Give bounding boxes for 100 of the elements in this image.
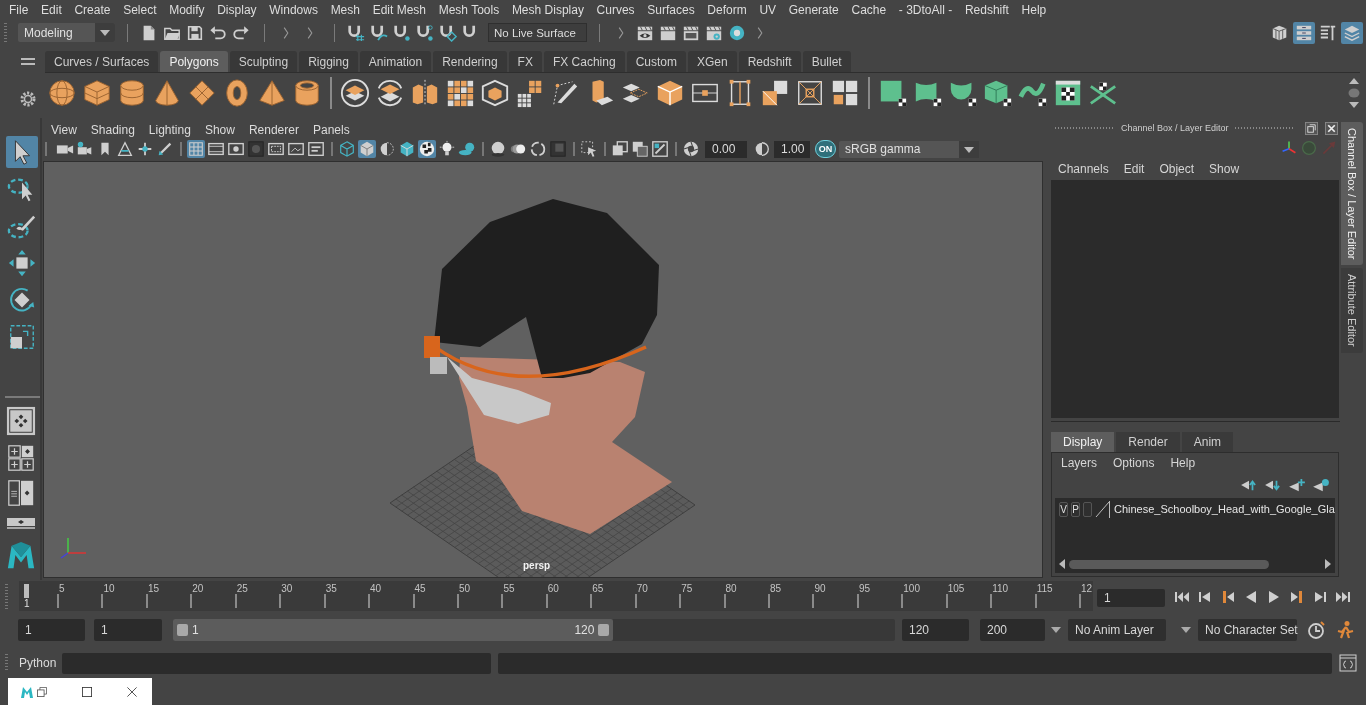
magnet-grid-icon[interactable] — [346, 23, 365, 42]
shelf-tab[interactable]: FX — [508, 51, 542, 72]
logo-icon[interactable] — [5, 540, 37, 570]
four-view-layout-icon[interactable] — [6, 445, 36, 471]
shelf-tab[interactable]: Sculpting — [229, 51, 298, 72]
menu-item[interactable]: Windows — [269, 2, 318, 18]
menu-item[interactable]: Display — [217, 2, 257, 18]
menu-item[interactable]: Curves — [596, 2, 635, 18]
layer-dot-icon[interactable] — [1312, 478, 1330, 492]
menu-item[interactable]: Mesh Display — [511, 2, 584, 18]
menu-item[interactable]: Deform — [707, 2, 747, 18]
pipe-icon[interactable] — [292, 77, 322, 108]
menu-item[interactable]: Help — [1021, 2, 1047, 18]
film-gate-icon[interactable] — [207, 140, 225, 158]
panel-menu[interactable]: View — [51, 122, 77, 137]
minimized-window-bar[interactable] — [8, 678, 152, 705]
axis-icon[interactable] — [1281, 140, 1297, 156]
layers-icon[interactable] — [1341, 21, 1363, 44]
layer-arrow-down-icon[interactable] — [1264, 478, 1282, 492]
scroll-right-icon[interactable] — [1325, 559, 1331, 569]
clapboard-icon[interactable] — [658, 23, 677, 42]
menu-item[interactable]: File — [9, 2, 29, 18]
cylinder-icon[interactable] — [117, 77, 147, 108]
menu-icon[interactable] — [19, 57, 37, 67]
magnet-dots-icon[interactable] — [415, 23, 434, 42]
half-filled-icon[interactable] — [753, 140, 771, 158]
cube-icon[interactable] — [82, 77, 112, 108]
cross-dot-icon[interactable] — [136, 140, 154, 158]
dot-icon[interactable] — [1348, 87, 1360, 98]
panel-menu[interactable]: Layers — [1061, 456, 1098, 470]
clock-icon[interactable] — [1306, 620, 1326, 640]
range-handle[interactable] — [177, 624, 188, 636]
shelf-tab[interactable]: Curves / Surfaces — [45, 51, 159, 72]
light-bulb-icon[interactable] — [438, 140, 456, 158]
two-pane-layout-icon[interactable] — [6, 480, 36, 506]
end-frame-field[interactable]: 200 — [980, 619, 1045, 641]
scroll-down-icon[interactable] — [1348, 100, 1360, 109]
menu-item[interactable]: UV — [759, 2, 777, 18]
maximize-icon[interactable] — [82, 686, 92, 697]
shadow-sphere-icon[interactable] — [458, 140, 476, 158]
menu-item[interactable]: Modify — [169, 2, 205, 18]
panel-menu[interactable]: Edit — [1123, 162, 1145, 176]
layer-color-icon[interactable] — [1095, 500, 1110, 518]
shelf-tab[interactable]: Rigging — [299, 51, 358, 72]
cone-icon[interactable] — [152, 77, 182, 108]
panel-menu[interactable]: Panels — [312, 122, 350, 137]
panel-menu[interactable]: Show — [204, 122, 235, 137]
gamma-field[interactable]: 1.00 — [774, 140, 810, 158]
menu-item[interactable]: Redshift — [964, 2, 1009, 18]
step-forward-frame-icon[interactable] — [1289, 589, 1305, 605]
caret-icon[interactable] — [1181, 627, 1191, 633]
shelf-tab[interactable]: Animation — [359, 51, 432, 72]
command-input-field[interactable] — [62, 652, 491, 674]
split-boxes-icon[interactable] — [410, 77, 440, 108]
overlapping-squares-icon[interactable] — [611, 140, 629, 158]
panel-menu[interactable]: Renderer — [248, 122, 299, 137]
checker-icon[interactable] — [418, 140, 436, 158]
layer-add-icon[interactable] — [1288, 478, 1306, 492]
isolate-select-icon[interactable] — [580, 140, 598, 158]
range-slider-fill[interactable] — [173, 619, 614, 641]
empty-toggle[interactable] — [1083, 501, 1092, 517]
menu-set-dropdown[interactable]: Modeling — [18, 23, 115, 42]
side-tab[interactable]: Attribute Editor — [1341, 268, 1363, 354]
visibility-toggle[interactable]: V — [1059, 501, 1068, 517]
shelf-tab[interactable]: Bullet — [802, 51, 851, 72]
layer-editor-tab[interactable]: Anim — [1181, 432, 1234, 452]
layer-editor-tab[interactable]: Render — [1116, 432, 1180, 452]
framed-lines-icon[interactable] — [307, 140, 325, 158]
field-chart-icon[interactable] — [267, 140, 285, 158]
layer-name[interactable]: Chinese_Schoolboy_Head_with_Google_Gla — [1114, 503, 1335, 515]
range-slider-track[interactable]: 1 120 — [173, 619, 895, 641]
shelf-tab[interactable]: Polygons — [160, 51, 228, 72]
menu-item[interactable]: Surfaces — [647, 2, 695, 18]
panel-menu[interactable]: Options — [1113, 456, 1155, 470]
triangle-tool-icon[interactable] — [116, 140, 134, 158]
panel-menu[interactable]: Object — [1159, 162, 1195, 176]
exposure-field[interactable]: 0.00 — [705, 140, 747, 158]
panel-menu[interactable]: Lighting — [148, 122, 191, 137]
float-window-icon[interactable] — [1304, 121, 1318, 135]
viewport-canvas[interactable]: persp — [43, 161, 1043, 578]
overlapping-squares-icon[interactable] — [631, 140, 649, 158]
menu-item[interactable]: Edit Mesh — [372, 2, 426, 18]
language-toggle[interactable]: Python — [19, 656, 62, 670]
magnet-curve-icon[interactable] — [369, 23, 388, 42]
solid-cube-icon[interactable] — [398, 140, 416, 158]
layout-icon[interactable] — [6, 517, 36, 530]
playback-end-field[interactable]: 120 — [902, 619, 969, 641]
live-surface-field[interactable]: No Live Surface — [488, 23, 587, 42]
go-to-end-icon[interactable] — [1335, 589, 1351, 605]
clapboard-gear-icon[interactable] — [704, 23, 723, 42]
panel-menu[interactable]: Help — [1170, 456, 1196, 470]
menu-item[interactable]: - 3DtoAll - — [898, 2, 953, 18]
panel-menu[interactable]: Channels — [1058, 162, 1109, 176]
half-circle-icon[interactable] — [378, 140, 396, 158]
panel-menu[interactable]: Show — [1209, 162, 1240, 176]
menu-item[interactable]: Generate — [788, 2, 839, 18]
stacked-panels-icon[interactable] — [1293, 21, 1315, 44]
clapboard-eye-icon[interactable] — [635, 23, 654, 42]
restore-icon[interactable] — [37, 686, 47, 697]
diamond-plane-icon[interactable] — [187, 77, 217, 108]
